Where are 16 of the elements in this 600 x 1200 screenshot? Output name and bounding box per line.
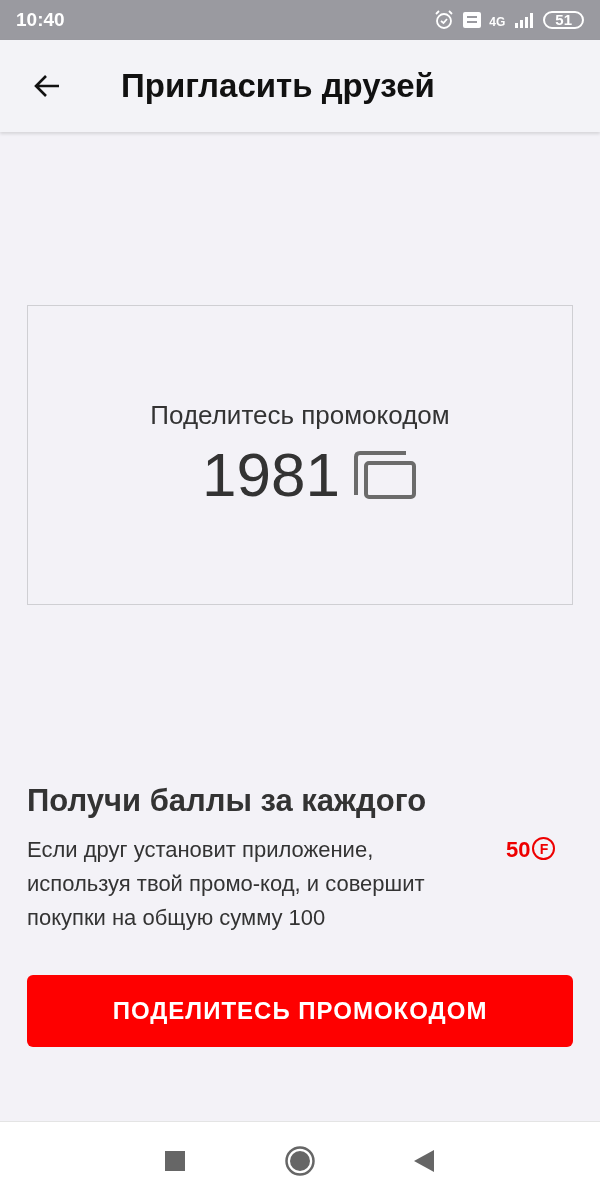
network-type: 4G — [489, 15, 506, 29]
status-time: 10:40 — [16, 9, 65, 31]
copy-icon[interactable] — [351, 448, 418, 501]
reward-description: Если друг установит приложение, используя твой промо-код, и совершит покупки на общую сумму 100 — [27, 836, 426, 932]
back-arrow-icon[interactable] — [33, 74, 61, 98]
back-icon[interactable] — [414, 1150, 434, 1172]
screen-title: Пригласить друзей — [121, 67, 435, 105]
signal-icon — [513, 12, 536, 28]
currency-icon: F — [532, 837, 556, 860]
share-button[interactable]: ПОДЕЛИТЕСЬ ПРОМОКОДОМ — [27, 975, 573, 1047]
reward-title: Получи баллы за каждого — [27, 783, 428, 819]
battery-indicator: 51 — [543, 11, 584, 29]
promo-caption: Поделитесь промокодом — [150, 400, 450, 431]
home-icon[interactable] — [284, 1146, 315, 1176]
points-amount: 50 — [506, 837, 531, 863]
promo-code: 1981 — [202, 439, 340, 510]
